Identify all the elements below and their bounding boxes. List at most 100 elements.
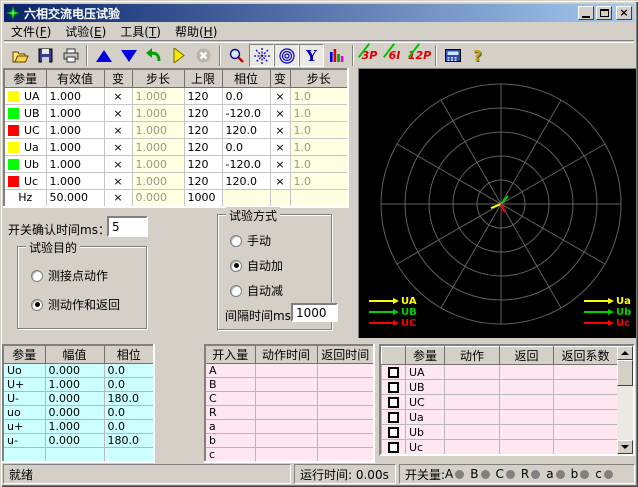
scroll-up-button[interactable] bbox=[617, 346, 633, 360]
bar-chart-button[interactable] bbox=[324, 44, 349, 67]
vary-toggle[interactable]: × bbox=[104, 139, 132, 156]
limit-cell[interactable]: 120 bbox=[184, 122, 222, 139]
step-cell[interactable]: 1.000 bbox=[132, 156, 184, 173]
vary-toggle[interactable]: × bbox=[104, 105, 132, 122]
radio-action-and-return[interactable]: 测动作和返回 bbox=[31, 296, 120, 313]
vary-toggle[interactable]: × bbox=[104, 122, 132, 139]
menu-test[interactable]: 试验(E) bbox=[58, 22, 113, 41]
limit-cell[interactable]: 120 bbox=[184, 173, 222, 190]
save-button[interactable] bbox=[33, 44, 58, 67]
checkbox[interactable] bbox=[388, 412, 399, 423]
vary-toggle[interactable]: × bbox=[270, 88, 290, 105]
step-cell[interactable]: 1.0 bbox=[290, 105, 348, 122]
limit-cell[interactable]: 120 bbox=[184, 88, 222, 105]
start-button[interactable] bbox=[166, 44, 191, 67]
print-button[interactable] bbox=[58, 44, 83, 67]
radio-manual[interactable]: 手动 bbox=[230, 232, 271, 249]
phasor-star-button[interactable] bbox=[249, 44, 274, 67]
vary-toggle[interactable]: × bbox=[104, 190, 132, 207]
six-current-button[interactable]: 6I bbox=[382, 44, 407, 67]
undo-button[interactable] bbox=[141, 44, 166, 67]
calculator-button[interactable] bbox=[440, 44, 465, 67]
help-button[interactable]: ? bbox=[465, 44, 490, 67]
interval-label: 间隔时间ms bbox=[225, 307, 291, 324]
step-cell[interactable]: 1.0 bbox=[290, 122, 348, 139]
checkbox[interactable] bbox=[388, 427, 399, 438]
step-cell[interactable]: 1.0 bbox=[290, 156, 348, 173]
step-cell[interactable]: 1.000 bbox=[132, 122, 184, 139]
vertical-scrollbar[interactable] bbox=[617, 346, 633, 454]
phase-cell[interactable]: -120.0 bbox=[222, 105, 270, 122]
radio-auto-decrease[interactable]: 自动减 bbox=[230, 282, 283, 299]
scroll-thumb[interactable] bbox=[617, 360, 633, 386]
three-phase-button[interactable]: 3P bbox=[357, 44, 382, 67]
menu-help[interactable]: 帮助(H) bbox=[168, 22, 224, 41]
input-row: C bbox=[205, 392, 374, 406]
close-button[interactable]: × bbox=[616, 6, 632, 20]
step-cell[interactable]: 1.0 bbox=[290, 173, 348, 190]
step-cell[interactable]: 0.000 bbox=[132, 190, 184, 207]
phase-cell[interactable]: 0.0 bbox=[222, 139, 270, 156]
radio-auto-increase[interactable]: 自动加 bbox=[230, 257, 283, 274]
phase-cell[interactable]: 120.0 bbox=[222, 122, 270, 139]
value-cell[interactable]: 1.000 bbox=[46, 122, 104, 139]
step-cell[interactable]: 1.000 bbox=[132, 173, 184, 190]
toolbar-separator bbox=[435, 45, 437, 66]
param-name: UC bbox=[4, 122, 46, 139]
raise-button[interactable] bbox=[91, 44, 116, 67]
maximize-button[interactable] bbox=[596, 6, 612, 20]
switch-confirm-input[interactable] bbox=[107, 216, 148, 237]
limit-cell[interactable]: 1000 bbox=[184, 190, 222, 207]
menu-file[interactable]: 文件(F) bbox=[4, 22, 58, 41]
switch-indicator-B: B bbox=[470, 467, 495, 481]
limit-cell[interactable]: 120 bbox=[184, 139, 222, 156]
radio-contact-action[interactable]: 测接点动作 bbox=[31, 267, 108, 284]
scroll-down-button[interactable] bbox=[617, 440, 633, 454]
lower-button[interactable] bbox=[116, 44, 141, 67]
col-header: 变 bbox=[270, 69, 290, 88]
limit-cell[interactable]: 120 bbox=[184, 156, 222, 173]
step-cell[interactable]: 1.000 bbox=[132, 105, 184, 122]
value-cell[interactable]: 1.000 bbox=[46, 88, 104, 105]
minimize-button[interactable] bbox=[578, 6, 594, 20]
step-cell[interactable]: 1.0 bbox=[290, 88, 348, 105]
checkbox[interactable] bbox=[388, 397, 399, 408]
sequence-table: 参量幅值相位 Uo0.0000.0 U+1.0000.0 U-0.000180.… bbox=[2, 344, 155, 463]
menu-tools[interactable]: 工具(T) bbox=[113, 22, 168, 41]
param-row-hz: Hz 50.000 × 0.000 1000 bbox=[4, 190, 348, 207]
stop-button[interactable] bbox=[191, 44, 216, 67]
arrow-icon bbox=[608, 309, 614, 315]
radio-icon bbox=[230, 260, 242, 272]
value-cell[interactable]: 1.000 bbox=[46, 139, 104, 156]
vary-toggle[interactable]: × bbox=[270, 122, 290, 139]
value-cell[interactable]: 50.000 bbox=[46, 190, 104, 207]
color-swatch bbox=[8, 125, 19, 136]
value-cell[interactable]: 1.000 bbox=[46, 173, 104, 190]
phase-cell[interactable]: 120.0 bbox=[222, 173, 270, 190]
col-header bbox=[382, 347, 406, 365]
vary-toggle[interactable]: × bbox=[104, 156, 132, 173]
checkbox[interactable] bbox=[388, 367, 399, 378]
value-cell[interactable]: 1.000 bbox=[46, 105, 104, 122]
zoom-button[interactable] bbox=[224, 44, 249, 67]
phase-cell[interactable]: -120.0 bbox=[222, 156, 270, 173]
value-cell[interactable]: 1.000 bbox=[46, 156, 104, 173]
vector-y-button[interactable]: Y bbox=[299, 44, 324, 67]
step-cell[interactable]: 1.000 bbox=[132, 139, 184, 156]
checkbox[interactable] bbox=[388, 382, 399, 393]
twelve-phase-button[interactable]: 12P bbox=[407, 44, 432, 67]
interval-input[interactable] bbox=[291, 303, 338, 322]
vary-toggle[interactable]: × bbox=[270, 156, 290, 173]
vary-toggle[interactable]: × bbox=[270, 139, 290, 156]
open-button[interactable] bbox=[8, 44, 33, 67]
step-cell[interactable]: 1.000 bbox=[132, 88, 184, 105]
step-cell[interactable]: 1.0 bbox=[290, 139, 348, 156]
vary-toggle[interactable]: × bbox=[270, 173, 290, 190]
limit-cell[interactable]: 120 bbox=[184, 105, 222, 122]
phasor-circles-button[interactable] bbox=[274, 44, 299, 67]
checkbox[interactable] bbox=[388, 442, 399, 453]
vary-toggle[interactable]: × bbox=[270, 105, 290, 122]
phase-cell[interactable]: 0.0 bbox=[222, 88, 270, 105]
vary-toggle[interactable]: × bbox=[104, 88, 132, 105]
vary-toggle[interactable]: × bbox=[104, 173, 132, 190]
